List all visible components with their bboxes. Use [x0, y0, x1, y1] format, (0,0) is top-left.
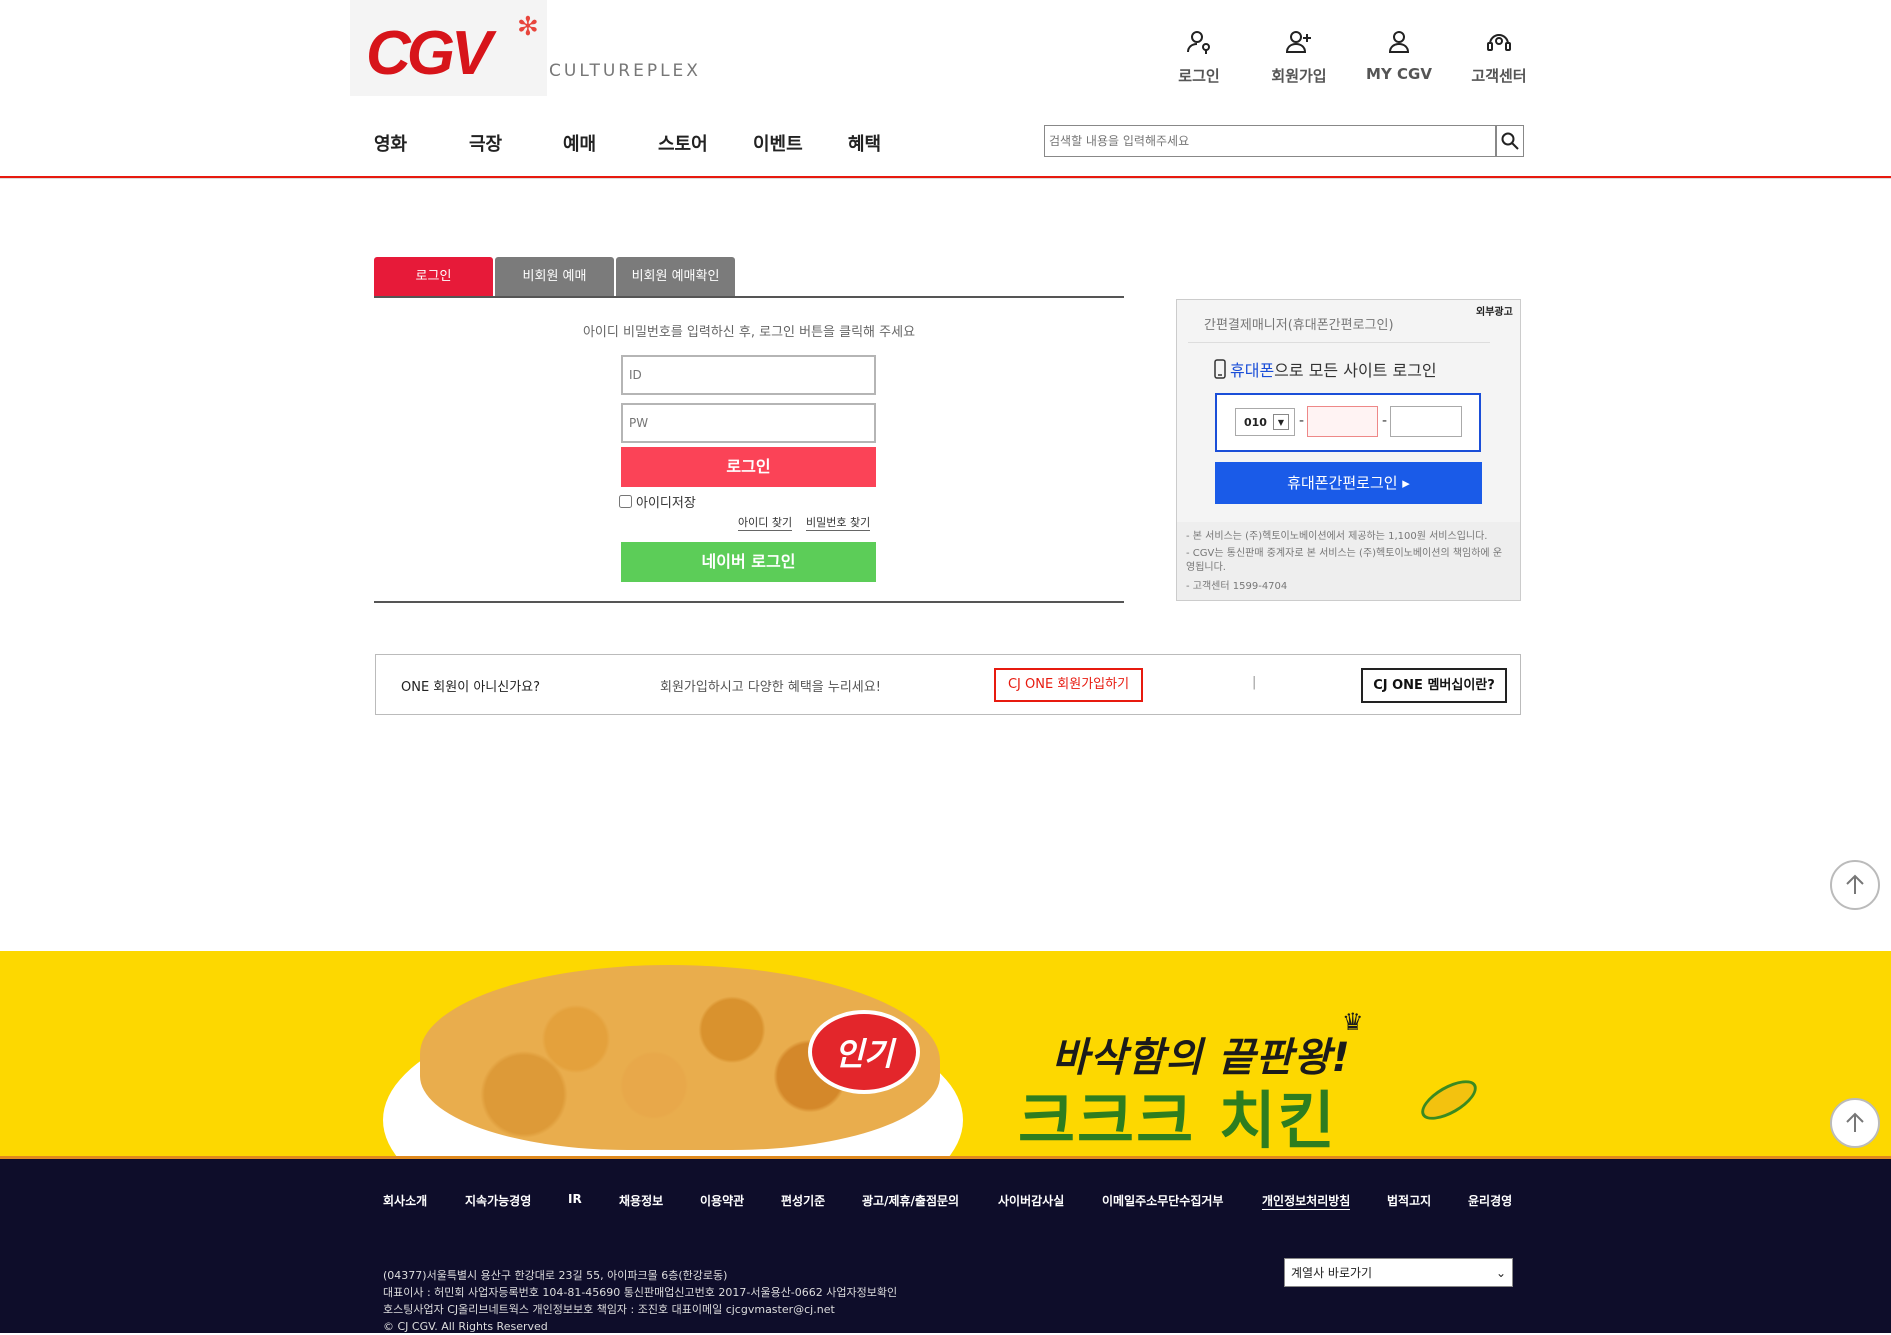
footer-link[interactable]: 이용약관 [700, 1192, 744, 1209]
scroll-top-button[interactable] [1830, 1098, 1880, 1148]
login-button[interactable]: 로그인 [621, 447, 876, 487]
search-icon [1501, 132, 1519, 150]
chevron-down-icon: ▼ [1272, 414, 1289, 430]
footer-link[interactable]: 채용정보 [619, 1192, 663, 1209]
chevron-down-icon: ⌄ [1495, 1265, 1506, 1280]
logo-flower-icon: ✻ [517, 12, 539, 42]
phone-quick-login-button[interactable]: 휴대폰간편로그인 ▸ [1215, 462, 1482, 504]
find-id-link[interactable]: 아이디 찾기 [738, 514, 793, 531]
top-link-signup[interactable]: 회원가입 [1254, 28, 1344, 86]
family-site-label: 계열사 바로가기 [1291, 1266, 1373, 1280]
tab-login[interactable]: 로그인 [374, 257, 493, 296]
cj-one-about-button[interactable]: CJ ONE 멤버십이란? [1361, 668, 1507, 703]
login-bottom-line [374, 601, 1124, 603]
phone-prefix-select[interactable]: 010 ▼ [1235, 408, 1295, 436]
footer-link[interactable]: 법적고지 [1387, 1192, 1431, 1209]
footer-link[interactable]: 회사소개 [383, 1192, 427, 1209]
login-icon [1187, 31, 1210, 54]
top-link-label: 회원가입 [1271, 67, 1327, 85]
cultureplex-label: CULTUREPLEX [549, 61, 701, 81]
save-id-check[interactable] [619, 495, 632, 508]
arrow-up-icon [1846, 874, 1864, 894]
naver-login-button[interactable]: 네이버 로그인 [621, 542, 876, 582]
footer-company-info: 대표이사 : 허민회 사업자등록번호 104-81-45690 통신판매업신고번… [383, 1286, 898, 1299]
id-input[interactable] [621, 355, 876, 395]
phone-last-input[interactable] [1390, 406, 1462, 437]
footer-copyright: © CJ CGV. All Rights Reserved [383, 1320, 548, 1333]
tab-underline [374, 296, 1124, 298]
phone-dash: - [1299, 413, 1305, 429]
ad-note: - 본 서비스는 (주)헥토이노베이션에서 제공하는 1,100원 서비스입니다… [1186, 531, 1488, 542]
search-input[interactable] [1044, 125, 1496, 157]
headset-icon [1487, 34, 1511, 51]
footer-address: (04377)서울특별시 용산구 한강대로 23길 55, 아이파크몰 6층(한… [383, 1269, 728, 1282]
footer-link[interactable]: 윤리경영 [1468, 1192, 1512, 1209]
phone-middle-input[interactable] [1307, 406, 1378, 437]
top-link-label: 고객센터 [1471, 67, 1527, 85]
nav-store[interactable]: 스토어 [658, 130, 708, 156]
cj-one-banner [375, 654, 1521, 715]
ad-headline-text: 으로 모든 사이트 로그인 [1274, 361, 1437, 380]
phone-dash: - [1382, 413, 1388, 429]
password-input[interactable] [621, 403, 876, 443]
save-id-checkbox[interactable]: 아이디저장 [619, 492, 696, 511]
cj-one-description: 회원가입하시고 다양한 혜택을 누리세요! [660, 680, 881, 695]
top-link-label: MY CGV [1366, 65, 1432, 83]
nav-movie[interactable]: 영화 [374, 130, 407, 156]
cgv-logo[interactable]: CGV [366, 18, 492, 89]
footer-link-privacy[interactable]: 개인정보처리방침 [1262, 1192, 1351, 1210]
footer-link[interactable]: 이메일주소무단수집거부 [1102, 1192, 1223, 1209]
promo-product-name: 크크크 치킨 [1018, 1084, 1337, 1157]
top-link-label: 로그인 [1178, 67, 1220, 85]
save-id-label: 아이디저장 [636, 496, 696, 511]
footer-link[interactable]: 광고/제휴/출점문의 [862, 1192, 959, 1209]
cj-one-join-button[interactable]: CJ ONE 회원가입하기 [994, 668, 1143, 702]
login-instruction: 아이디 비밀번호를 입력하신 후, 로그인 버튼을 클릭해 주세요 [582, 325, 916, 340]
nav-booking[interactable]: 예매 [563, 130, 596, 156]
arrow-up-icon [1846, 1112, 1864, 1132]
ad-headline-highlight: 휴대폰 [1230, 361, 1275, 380]
footer-link[interactable]: IR [568, 1192, 582, 1206]
scroll-top-button[interactable] [1830, 860, 1880, 910]
promo-popular-badge: 인기 [808, 1010, 920, 1094]
ad-label: 외부광고 [1476, 307, 1513, 318]
search-button[interactable] [1496, 125, 1524, 157]
ad-headline: 휴대폰으로 모든 사이트 로그인 [1214, 357, 1437, 381]
footer-link[interactable]: 사이버감사실 [998, 1192, 1064, 1209]
nav-benefit[interactable]: 혜택 [848, 130, 881, 156]
header-divider-shadow [0, 178, 1891, 179]
phone-icon [1214, 359, 1226, 379]
ad-note: - 고객센터 1599-4704 [1186, 581, 1288, 592]
footer-hosting-info: 호스팅사업자 CJ올리브네트웍스 개인정보보호 책임자 : 조진호 대표이메일 … [383, 1303, 835, 1316]
signup-icon [1285, 31, 1311, 53]
phone-prefix-value: 010 [1244, 415, 1267, 429]
footer-top-border [0, 1156, 1891, 1159]
top-link-login[interactable]: 로그인 [1154, 28, 1244, 86]
cj-one-separator: | [1252, 675, 1257, 690]
family-site-select[interactable]: 계열사 바로가기 ⌄ [1284, 1258, 1513, 1287]
ad-title-divider [1188, 342, 1490, 343]
tab-guest-booking[interactable]: 비회원 예매 [495, 257, 614, 296]
nav-theater[interactable]: 극장 [469, 130, 502, 156]
nav-event[interactable]: 이벤트 [753, 130, 803, 156]
footer-link[interactable]: 편성기준 [781, 1192, 825, 1209]
top-link-mycgv[interactable]: MY CGV [1354, 28, 1444, 83]
ad-title: 간편결제매니저(휴대폰간편로그인) [1204, 318, 1394, 333]
find-password-link[interactable]: 비밀번호 찾기 [806, 514, 871, 531]
cj-one-question: ONE 회원이 아니신가요? [401, 680, 541, 695]
tab-guest-booking-check[interactable]: 비회원 예매확인 [616, 257, 735, 296]
top-link-customer-center[interactable]: 고객센터 [1454, 28, 1544, 86]
user-icon [1388, 31, 1410, 53]
footer [0, 1156, 1891, 1333]
ad-note: - CGV는 통신판매 중계자로 본 서비스는 (주)헥토이노베이션의 책임하에… [1186, 548, 1503, 573]
footer-link[interactable]: 지속가능경영 [465, 1192, 531, 1209]
